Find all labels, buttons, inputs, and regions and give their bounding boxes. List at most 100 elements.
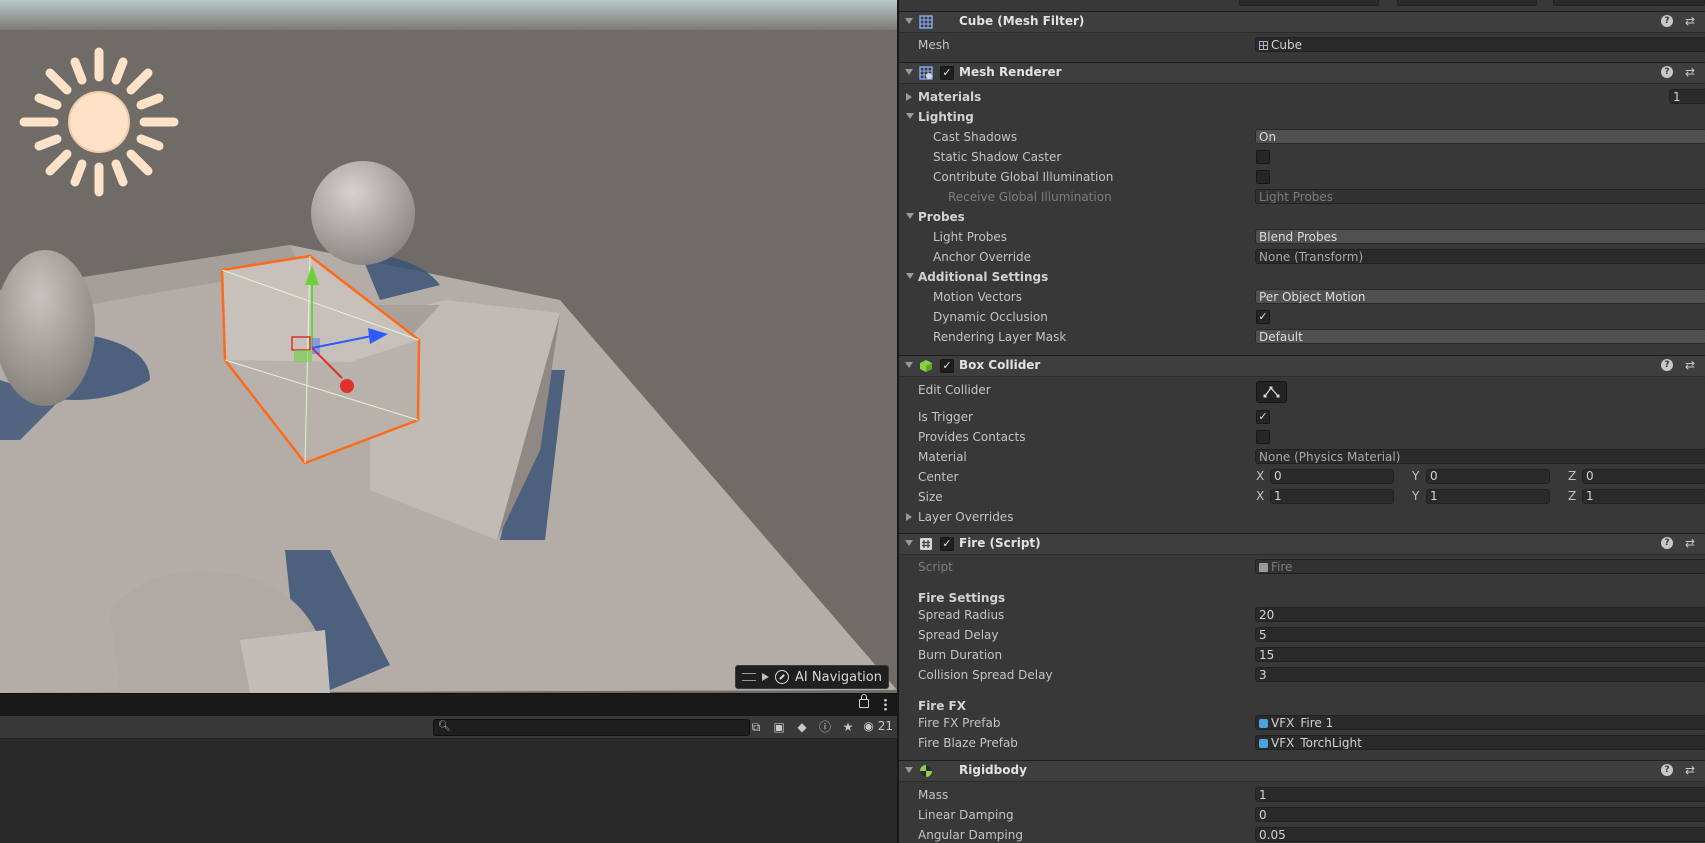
- motion-vectors-dropdown[interactable]: Per Object Motion: [1255, 289, 1705, 304]
- physics-material-field[interactable]: None (Physics Material): [1255, 449, 1705, 464]
- transform-field[interactable]: [1553, 0, 1705, 6]
- anchor-override-label: Anchor Override: [933, 250, 1032, 264]
- directional-light-icon[interactable]: [19, 47, 179, 197]
- settings-sliders-icon[interactable]: ⇄: [1685, 65, 1695, 79]
- fire-script-enabled-checkbox[interactable]: ✓: [940, 537, 954, 551]
- fire-fx-prefab-field[interactable]: VFX_Fire 1: [1255, 715, 1705, 730]
- size-x-value[interactable]: 1: [1270, 489, 1394, 504]
- burn-duration-field[interactable]: 15: [1255, 647, 1705, 662]
- mesh-renderer-enabled-checkbox[interactable]: ✓: [940, 66, 954, 80]
- label-tag-icon[interactable]: ◆: [794, 719, 810, 735]
- fire-blaze-prefab-field[interactable]: VFX_TorchLight: [1255, 735, 1705, 750]
- size-x[interactable]: X1: [1256, 489, 1394, 504]
- box-collider-enabled-checkbox[interactable]: ✓: [940, 359, 954, 373]
- expand-triangle-icon[interactable]: [762, 673, 770, 681]
- settings-sliders-icon[interactable]: ⇄: [1685, 536, 1695, 550]
- box-collider-header[interactable]: ✓ Box Collider ? ⇄: [899, 355, 1705, 377]
- visible-count[interactable]: ◉ 21: [863, 719, 893, 733]
- help-icon[interactable]: ?: [1661, 359, 1673, 371]
- motion-vectors-row: Motion Vectors Per Object Motion: [899, 288, 1705, 306]
- mesh-filter-header[interactable]: Cube (Mesh Filter) ? ⇄: [899, 11, 1705, 33]
- scene-viewport[interactable]: [0, 0, 897, 693]
- mass-field[interactable]: 1: [1255, 787, 1705, 802]
- size-y-value[interactable]: 1: [1426, 489, 1550, 504]
- lock-icon[interactable]: [859, 694, 869, 708]
- rendering-layer-mask-value: Default: [1259, 330, 1303, 344]
- settings-sliders-icon[interactable]: ⇄: [1685, 358, 1695, 372]
- probes-row[interactable]: Probes: [899, 208, 1705, 226]
- anchor-override-field[interactable]: None (Transform): [1255, 249, 1705, 264]
- center-x-value[interactable]: 0: [1270, 469, 1394, 484]
- linear-damping-field[interactable]: 0: [1255, 807, 1705, 822]
- axis-z-label: Z: [1568, 469, 1577, 483]
- foldout-down-icon[interactable]: [906, 213, 914, 219]
- layer-overrides-row[interactable]: Layer Overrides: [899, 508, 1705, 526]
- center-x[interactable]: X0: [1256, 469, 1394, 484]
- receive-gi-row: Receive Global Illumination Light Probes: [899, 188, 1705, 206]
- favorite-star-icon[interactable]: ★: [840, 719, 856, 735]
- light-probes-dropdown[interactable]: Blend Probes: [1255, 229, 1705, 244]
- materials-count-field[interactable]: 1: [1669, 89, 1705, 104]
- size-z-value[interactable]: 1: [1582, 489, 1705, 504]
- angular-damping-field[interactable]: 0.05: [1255, 827, 1705, 842]
- help-icon[interactable]: ?: [1661, 15, 1673, 27]
- foldout-arrow-icon[interactable]: [905, 69, 913, 75]
- is-trigger-row: Is Trigger ✓: [899, 408, 1705, 426]
- help-icon[interactable]: ?: [1661, 66, 1673, 78]
- light-probes-row: Light Probes Blend Probes: [899, 228, 1705, 246]
- cast-shadows-dropdown[interactable]: On: [1255, 129, 1705, 144]
- axis-y-label: Y: [1412, 469, 1420, 483]
- foldout-arrow-icon[interactable]: [905, 540, 913, 546]
- size-y[interactable]: Y1: [1412, 489, 1550, 504]
- foldout-arrow-icon[interactable]: [905, 767, 913, 773]
- settings-sliders-icon[interactable]: ⇄: [1685, 763, 1695, 777]
- mesh-renderer-header[interactable]: ✓ Mesh Renderer ? ⇄: [899, 62, 1705, 84]
- help-icon[interactable]: ?: [1661, 537, 1673, 549]
- linear-damping-label: Linear Damping: [918, 808, 1014, 822]
- static-shadow-caster-checkbox[interactable]: [1256, 150, 1270, 164]
- dynamic-occlusion-checkbox[interactable]: ✓: [1256, 310, 1270, 324]
- help-icon[interactable]: ?: [1661, 764, 1673, 776]
- foldout-arrow-icon[interactable]: [905, 18, 913, 24]
- transform-field[interactable]: [1239, 0, 1379, 6]
- center-z-value[interactable]: 0: [1582, 469, 1705, 484]
- fire-fx-header: Fire FX: [918, 699, 966, 713]
- hierarchy-search-input[interactable]: 🔍︎: [433, 719, 750, 736]
- scene-visibility-icon[interactable]: ⧉: [748, 719, 764, 735]
- rendering-layer-mask-dropdown[interactable]: Default: [1255, 329, 1705, 344]
- center-y-value[interactable]: 0: [1426, 469, 1550, 484]
- foldout-down-icon[interactable]: [906, 113, 914, 119]
- scene-view[interactable]: AI Navigation: [0, 0, 897, 693]
- additional-settings-row[interactable]: Additional Settings: [899, 268, 1705, 286]
- fire-script-header[interactable]: ✓ Fire (Script) ? ⇄: [899, 533, 1705, 555]
- foldout-arrow-icon[interactable]: [905, 362, 913, 368]
- lighting-row[interactable]: Lighting: [899, 108, 1705, 126]
- more-options-icon[interactable]: [884, 698, 887, 711]
- is-trigger-checkbox[interactable]: ✓: [1256, 410, 1270, 424]
- drag-handle-icon[interactable]: [742, 673, 757, 681]
- materials-row[interactable]: Materials 1: [899, 88, 1705, 106]
- ai-navigation-overlay[interactable]: AI Navigation: [735, 665, 889, 689]
- sphere-object: [311, 161, 415, 265]
- center-z[interactable]: Z0: [1568, 469, 1705, 484]
- transform-field[interactable]: [1397, 0, 1537, 6]
- edit-collider-button[interactable]: [1256, 381, 1287, 403]
- spread-radius-field[interactable]: 20: [1255, 607, 1705, 622]
- foldout-down-icon[interactable]: [906, 273, 914, 279]
- hierarchy-list[interactable]: [0, 739, 897, 843]
- size-z[interactable]: Z1: [1568, 489, 1705, 504]
- center-y[interactable]: Y0: [1412, 469, 1550, 484]
- rigidbody-header[interactable]: Rigidbody ? ⇄: [899, 760, 1705, 782]
- contribute-gi-checkbox[interactable]: [1256, 170, 1270, 184]
- settings-sliders-icon[interactable]: ⇄: [1685, 14, 1695, 28]
- filter-type-icon[interactable]: ▣: [771, 719, 787, 735]
- mesh-field[interactable]: Cube: [1255, 37, 1705, 52]
- foldout-right-icon[interactable]: [906, 513, 912, 521]
- foldout-right-icon[interactable]: [906, 93, 912, 101]
- info-icon[interactable]: ⓘ: [817, 719, 833, 735]
- spread-delay-field[interactable]: 5: [1255, 627, 1705, 642]
- fire-fx-prefab-label: Fire FX Prefab: [918, 716, 1001, 730]
- provides-contacts-checkbox[interactable]: [1256, 430, 1270, 444]
- collision-spread-delay-field[interactable]: 3: [1255, 667, 1705, 682]
- angular-damping-label: Angular Damping: [918, 828, 1023, 842]
